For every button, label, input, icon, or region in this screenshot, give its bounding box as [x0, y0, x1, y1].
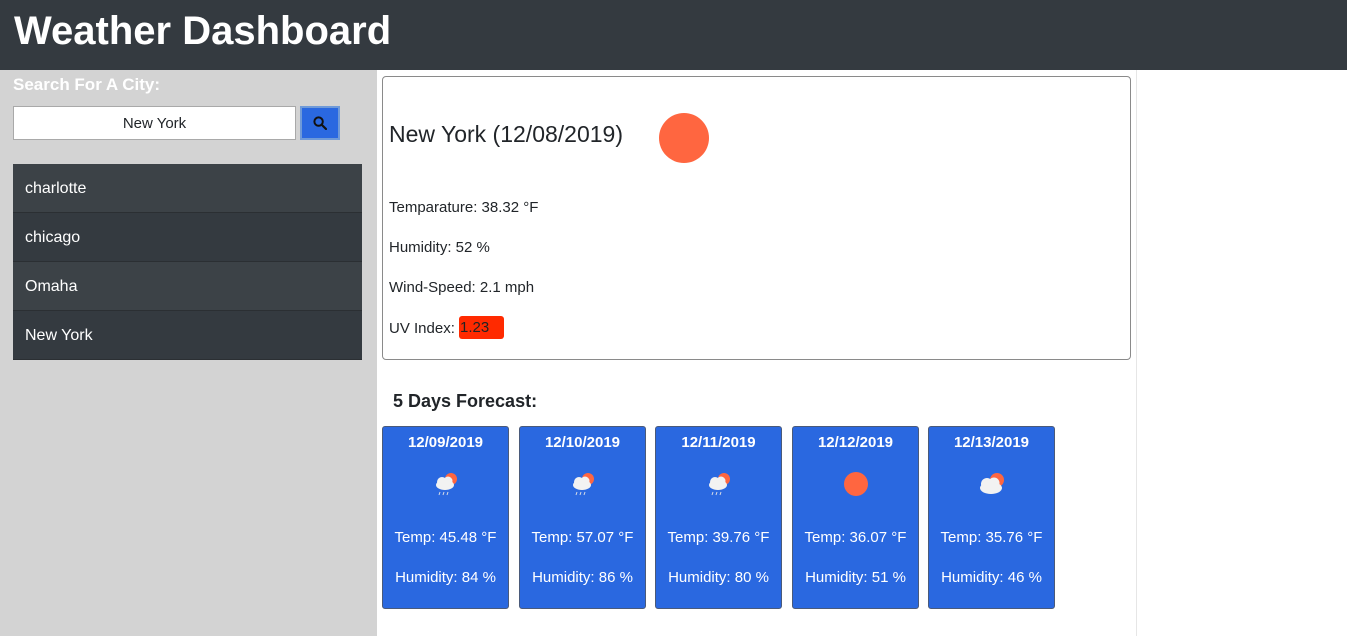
history-item-new-york[interactable]: New York — [13, 311, 362, 360]
page-title: Weather Dashboard — [14, 9, 392, 53]
forecast-date: 12/13/2019 — [953, 434, 1030, 451]
search-input[interactable] — [13, 106, 296, 140]
sun-icon — [844, 472, 868, 496]
uv-index-badge: 1.23 — [459, 316, 505, 339]
forecast-card: 12/10/2019 Temp: 57.07 °F Humidity: 86 % — [519, 426, 646, 609]
uv-index-label: UV Index: — [389, 319, 460, 337]
forecast-date: 12/12/2019 — [817, 434, 894, 451]
forecast-temp: Temp: 36.07 °F — [804, 529, 907, 546]
content-divider — [1136, 70, 1137, 636]
forecast-date: 12/09/2019 — [407, 434, 484, 451]
history-item-charlotte[interactable]: charlotte — [13, 164, 362, 213]
search-icon — [313, 116, 327, 130]
forecast-date: 12/10/2019 — [544, 434, 621, 451]
sidebar: Search For A City: charlotte chicago Oma… — [0, 70, 377, 636]
cloud-sun-icon — [980, 473, 1004, 494]
history-item-omaha[interactable]: Omaha — [13, 262, 362, 311]
forecast-temp: Temp: 39.76 °F — [667, 529, 770, 546]
header-bar: Weather Dashboard — [0, 0, 1347, 70]
forecast-card: 12/12/2019 Temp: 36.07 °F Humidity: 51 % — [792, 426, 919, 609]
forecast-temp: Temp: 35.76 °F — [940, 529, 1043, 546]
current-weather-card: New York (12/08/2019) Temparature: 38.32… — [382, 76, 1131, 360]
current-city-title: New York (12/08/2019) — [389, 121, 623, 147]
current-temperature: Temparature: 38.32 °F — [389, 199, 539, 216]
forecast-title: 5 Days Forecast: — [393, 391, 538, 411]
forecast-humidity: Humidity: 86 % — [532, 569, 633, 586]
forecast-temp: Temp: 45.48 °F — [394, 529, 497, 546]
rain-cloud-sun-icon — [436, 473, 457, 496]
rain-cloud-sun-icon — [709, 473, 730, 496]
forecast-card: 12/09/2019 Temp: 45.48 °F Humidity: 84 % — [382, 426, 509, 609]
sun-icon — [659, 113, 709, 163]
current-wind-speed: Wind-Speed: 2.1 mph — [389, 279, 535, 296]
forecast-humidity: Humidity: 84 % — [395, 569, 496, 586]
forecast-humidity: Humidity: 46 % — [941, 569, 1042, 586]
forecast-card: 12/11/2019 Temp: 39.76 °F Humidity: 80 % — [655, 426, 782, 609]
search-button[interactable] — [300, 106, 340, 140]
current-humidity: Humidity: 52 % — [389, 239, 490, 256]
forecast-card: 12/13/2019 Temp: 35.76 °F Humidity: 46 % — [928, 426, 1055, 609]
current-uv-index: UV Index: 1.23 — [389, 316, 505, 339]
search-history-list: charlotte chicago Omaha New York — [13, 164, 362, 360]
forecast-temp: Temp: 57.07 °F — [531, 529, 634, 546]
rain-cloud-sun-icon — [573, 473, 594, 496]
forecast-date: 12/11/2019 — [681, 434, 756, 451]
forecast-humidity: Humidity: 51 % — [805, 569, 906, 586]
history-item-chicago[interactable]: chicago — [13, 213, 362, 262]
search-label: Search For A City: — [13, 75, 161, 94]
forecast-humidity: Humidity: 80 % — [668, 569, 769, 586]
